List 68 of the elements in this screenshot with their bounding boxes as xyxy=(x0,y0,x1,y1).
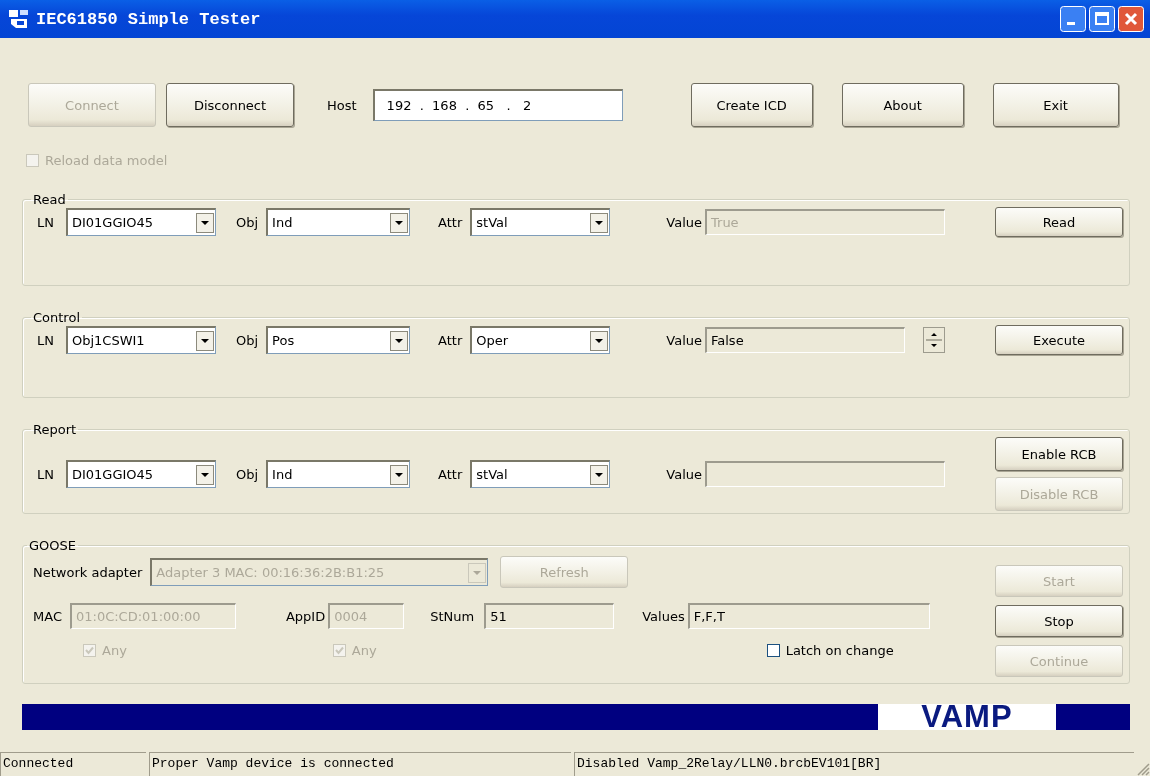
value-field[interactable]: False xyxy=(705,327,905,353)
group-title: Report xyxy=(32,422,78,437)
checkbox[interactable] xyxy=(766,643,780,657)
caret-icon[interactable] xyxy=(590,330,609,351)
field-label: StNum xyxy=(430,608,475,624)
field-label: LN xyxy=(37,332,54,348)
group-title: Control xyxy=(32,310,81,325)
close-icon[interactable] xyxy=(1118,6,1144,32)
checkbox-label: Reload data model xyxy=(45,152,168,168)
obj-dropdown[interactable]: Pos xyxy=(266,326,411,354)
field-label: Value xyxy=(666,214,702,230)
field-label: Attr xyxy=(438,466,463,482)
toolbar-button[interactable]: About xyxy=(841,83,964,127)
field-label: MAC xyxy=(33,608,62,624)
values-field[interactable]: F,F,T xyxy=(687,603,930,629)
attr-dropdown[interactable]: stVal xyxy=(470,208,611,236)
ln-dropdown[interactable]: DI01GGIO45 xyxy=(65,208,216,236)
status-pane: Proper Vamp device is connected xyxy=(149,752,571,776)
field-label: Value xyxy=(666,466,702,482)
stnum-field[interactable]: 51 xyxy=(484,603,615,629)
action-button[interactable]: Read xyxy=(995,207,1123,237)
logo: VAMP xyxy=(878,704,1056,730)
field-label: Obj xyxy=(235,332,259,348)
field-label: Network adapter xyxy=(33,564,143,580)
group-title: Read xyxy=(32,192,67,207)
attr-dropdown[interactable]: Oper xyxy=(470,326,611,354)
group-title: GOOSE xyxy=(28,538,77,553)
caret-icon[interactable] xyxy=(195,464,214,485)
caret-icon[interactable] xyxy=(390,464,409,485)
caret-icon[interactable] xyxy=(195,330,214,351)
caret-icon[interactable] xyxy=(590,212,609,233)
maximize-icon[interactable] xyxy=(1089,6,1115,32)
field-label: Obj xyxy=(235,214,259,230)
toolbar-button[interactable]: Create ICD xyxy=(690,83,813,127)
caret-icon[interactable] xyxy=(390,330,409,351)
caret-icon[interactable] xyxy=(590,464,609,485)
ln-dropdown[interactable]: DI01GGIO45 xyxy=(65,460,216,488)
ln-dropdown[interactable]: Obj1CSWI1 xyxy=(65,326,216,354)
field-label: Obj xyxy=(235,466,259,482)
spin-arrows-icon[interactable] xyxy=(923,327,945,353)
field-label: AppID xyxy=(285,608,326,624)
obj-dropdown[interactable]: Ind xyxy=(266,460,411,488)
value-field[interactable] xyxy=(705,461,945,487)
goose-button[interactable]: Stop xyxy=(995,605,1123,637)
disconnect-button[interactable]: Disconnect xyxy=(166,83,294,127)
app-icon xyxy=(8,8,30,30)
obj-dropdown[interactable]: Ind xyxy=(266,208,411,236)
checkbox-label: Any xyxy=(102,642,127,658)
toolbar-button[interactable]: Exit xyxy=(992,83,1119,127)
field-label: LN xyxy=(37,214,54,230)
caret-icon[interactable] xyxy=(195,212,214,233)
status-pane: Disabled Vamp_2Relay/LLN0.brcbEV101[BR] xyxy=(574,752,1134,776)
attr-dropdown[interactable]: stVal xyxy=(470,460,611,488)
host-label: Host xyxy=(327,97,357,113)
field-label: Value xyxy=(666,332,702,348)
field-label: Attr xyxy=(438,214,463,230)
host-field[interactable]: 192 . 168 . 65 . 2 xyxy=(372,89,623,121)
minimize-icon[interactable] xyxy=(1060,6,1086,32)
action-button[interactable]: Enable RCB xyxy=(995,437,1123,471)
window-title: IEC61850 Simple Tester xyxy=(36,9,262,29)
field-label: Attr xyxy=(438,332,463,348)
status-pane: Connected xyxy=(0,752,146,776)
action-button[interactable]: Execute xyxy=(995,325,1123,355)
field-label: LN xyxy=(37,466,54,482)
field-label: Values xyxy=(642,608,685,624)
caret-icon[interactable] xyxy=(390,212,409,233)
checkbox-label: Latch on change xyxy=(785,642,894,658)
checkbox-label: Any xyxy=(351,642,377,658)
